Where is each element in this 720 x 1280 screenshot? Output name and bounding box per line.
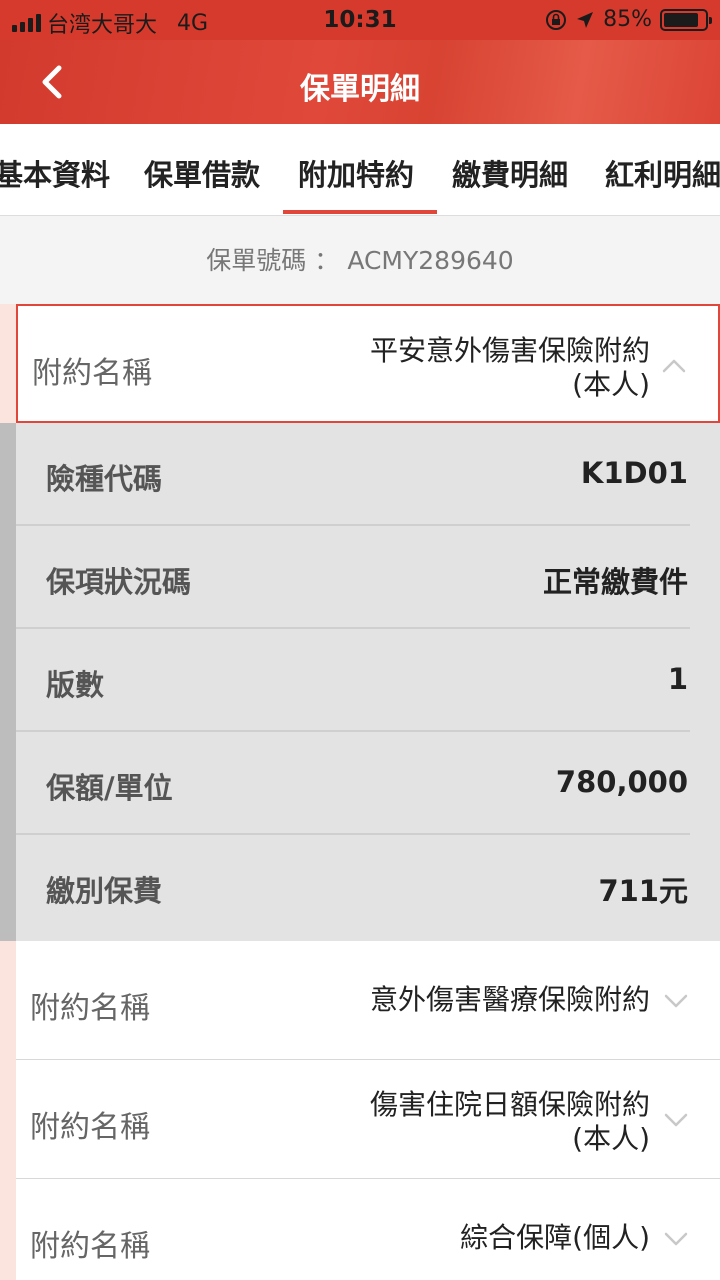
rider-row-2[interactable]: 附約名稱 意外傷害醫療保險附約 [16, 941, 720, 1060]
tab-payment-details[interactable]: 繳費明細 [452, 152, 568, 194]
rider-row-3[interactable]: 附約名稱 傷害住院日額保險附約 (本人) [16, 1060, 720, 1179]
rider-name-line1: 意外傷害醫療保險附約 [369, 983, 650, 1016]
rider-detail-panel: 險種代碼 K1D01 保項狀況碼 正常繳費件 版數 1 保額/單位 780,00… [16, 423, 720, 941]
rider-name: 平安意外傷害保險附約 (本人) [370, 334, 650, 402]
status-bar: 台湾大哥大 4G 10:31 85% [0, 0, 720, 40]
policy-number-separator: ： [314, 246, 340, 275]
tab-dividend-details[interactable]: 紅利明細 [605, 152, 720, 194]
battery-icon [660, 8, 712, 31]
rider-label: 附約名稱 [32, 356, 152, 391]
rider-name-line1: 平安意外傷害保險附約 [369, 334, 650, 367]
rider-row-1[interactable]: 附約名稱 平安意外傷害保險附約 (本人) [16, 304, 720, 423]
chevron-up-icon[interactable] [660, 352, 688, 380]
detail-row-coverage: 保額/單位 780,000 [16, 732, 720, 835]
active-tab-indicator [283, 210, 437, 214]
status-right: 85% [545, 7, 712, 32]
policy-number-bar: 保單號碼： ACMY289640 [0, 216, 720, 304]
rider-name-line2: (本人) [572, 1122, 650, 1155]
detail-row-status-code: 保項狀況碼 正常繳費件 [16, 526, 720, 629]
rotation-lock-icon [546, 9, 567, 30]
tab-policy-loan[interactable]: 保單借款 [144, 152, 260, 194]
detail-value: 1 [667, 662, 688, 696]
detail-value: 711元 [598, 874, 688, 908]
detail-row-plan-code: 險種代碼 K1D01 [16, 423, 720, 526]
detail-row-version: 版數 1 [16, 629, 720, 732]
rider-name-line1: 綜合保障(個人) [460, 1221, 650, 1254]
location-icon [577, 11, 594, 28]
rider-name: 意外傷害醫療保險附約 [370, 983, 650, 1017]
rider-name-line1: 傷害住院日額保險附約 [369, 1088, 650, 1121]
rider-row-4[interactable]: 附約名稱 綜合保障(個人) [16, 1179, 720, 1280]
chevron-down-icon[interactable] [662, 987, 690, 1015]
chevron-down-icon[interactable] [662, 1106, 690, 1134]
page-title: 保單明細 [300, 72, 420, 107]
tab-basic-info[interactable]: 基本資料 [0, 152, 110, 194]
detail-label: 保項狀況碼 [46, 565, 192, 599]
detail-row-premium: 繳別保費 711元 [16, 835, 720, 938]
nav-header: 保單明細 [0, 40, 720, 124]
detail-value: 正常繳費件 [542, 565, 688, 599]
rider-label: 附約名稱 [30, 1229, 150, 1264]
battery-percent: 85% [603, 7, 652, 32]
detail-label: 版數 [46, 668, 105, 702]
rider-name: 傷害住院日額保險附約 (本人) [370, 1088, 650, 1156]
detail-value: 780,000 [555, 765, 688, 799]
battery-fill [664, 12, 698, 27]
detail-value: K1D01 [580, 456, 688, 490]
detail-label: 繳別保費 [46, 874, 163, 908]
rider-label: 附約名稱 [30, 991, 150, 1026]
rider-name: 綜合保障(個人) [460, 1221, 650, 1255]
left-accent-strip-active [0, 423, 16, 941]
rider-label: 附約名稱 [30, 1110, 150, 1145]
policy-number-label: 保單號碼 [206, 246, 307, 275]
chevron-down-icon[interactable] [662, 1225, 690, 1253]
tab-riders[interactable]: 附加特約 [298, 152, 414, 194]
detail-label: 險種代碼 [46, 462, 163, 496]
tab-bar: 基本資料 保單借款 附加特約 繳費明細 紅利明細 [0, 124, 720, 216]
detail-label: 保額/單位 [46, 771, 173, 805]
policy-number-value: ACMY289640 [347, 246, 514, 275]
rider-name-line2: (本人) [572, 368, 650, 401]
